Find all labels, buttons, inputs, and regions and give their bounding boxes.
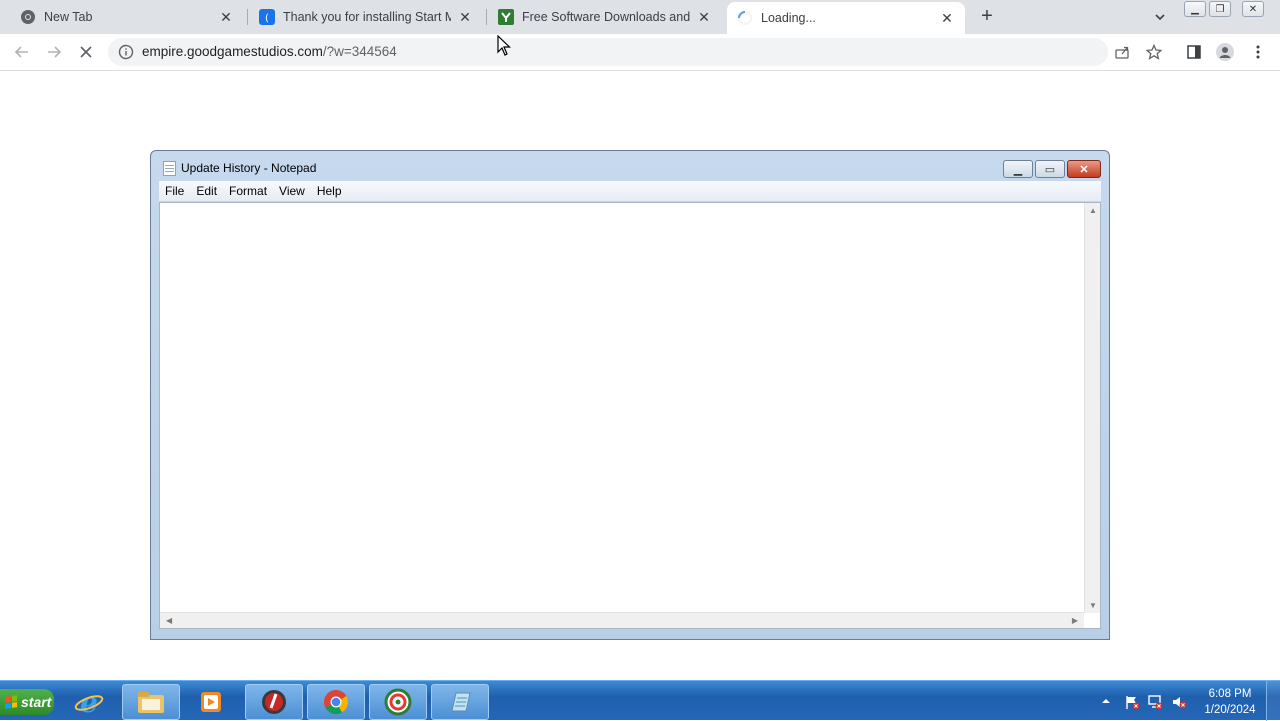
side-panel-icon[interactable] [1185,43,1203,61]
show-hidden-icons-icon[interactable] [1100,694,1116,708]
chrome-menu-icon[interactable] [1249,43,1267,61]
tab-close-icon[interactable]: ✕ [457,9,473,25]
scroll-right-arrow-icon[interactable]: ▶ [1072,616,1078,625]
window-minimize-button[interactable]: ▁ [1184,1,1206,17]
notepad-text-area[interactable]: ▲ ▼ ◀ ▶ [159,202,1101,629]
notepad-menubar: File Edit Format View Help [159,181,1101,201]
clock-date: 1/20/2024 [1204,704,1256,716]
notepad-close-button[interactable]: ✕ [1067,160,1101,178]
new-tab-button[interactable]: + [977,6,997,27]
forward-button[interactable] [44,42,64,62]
notepad-content [160,203,1100,211]
notepad-minimize-button[interactable]: ▁ [1003,160,1033,178]
tab-new-tab[interactable]: New Tab ✕ [12,0,242,34]
horizontal-scrollbar[interactable]: ◀ ▶ [160,612,1084,628]
tab-close-icon[interactable]: ✕ [218,9,234,25]
site-info-icon[interactable] [118,44,134,60]
url-path: /?w=344564 [322,44,397,59]
network-disconnected-icon[interactable] [1147,694,1163,710]
scroll-left-arrow-icon[interactable]: ◀ [166,616,172,625]
notepad-maximize-button[interactable]: ▭ [1035,160,1065,178]
softonic-icon [498,9,514,25]
menu-file[interactable]: File [159,184,190,198]
window-close-button[interactable]: ✕ [1242,1,1264,17]
notepad-icon [163,161,176,176]
menu-edit[interactable]: Edit [190,184,223,198]
svg-text:e: e [80,687,98,717]
show-desktop-button[interactable] [1266,681,1280,721]
tab-close-icon[interactable]: ✕ [696,9,712,25]
tab-title: Free Software Downloads and Re [522,10,690,24]
window-restore-button[interactable]: ❐ [1209,1,1231,17]
media-player-taskbar-icon[interactable] [182,684,240,720]
bookmark-star-icon[interactable] [1145,43,1163,61]
stop-loading-button[interactable] [76,42,96,62]
chrome-taskbar-icon[interactable] [307,684,365,720]
start-button[interactable]: start [0,689,54,715]
loading-spinner-icon [737,10,753,26]
file-explorer-taskbar-icon[interactable] [122,684,180,720]
volume-muted-icon[interactable] [1171,694,1187,709]
address-bar[interactable]: empire.goodgamestudios.com/?w=344564 [108,38,1108,66]
url-text[interactable]: empire.goodgamestudios.com/?w=344564 [142,44,397,59]
tab-loading[interactable]: Loading... ✕ [727,2,965,34]
target-app-taskbar-icon[interactable] [369,684,427,720]
action-center-flag-icon[interactable] [1124,694,1140,710]
profile-avatar-icon[interactable] [1216,43,1234,61]
startme-icon: ( [259,9,275,25]
notepad-taskbar-icon[interactable] [431,684,489,720]
windows-flag-icon [5,695,17,709]
browser-toolbar: empire.goodgamestudios.com/?w=344564 [0,34,1280,71]
tab-close-icon[interactable]: ✕ [939,10,955,26]
menu-format[interactable]: Format [223,184,273,198]
tab-startme[interactable]: ( Thank you for installing Start Me ✕ [251,0,481,34]
tab-title: New Tab [44,10,93,24]
scroll-down-arrow-icon[interactable]: ▼ [1089,601,1097,610]
tab-strip: New Tab ✕ ( Thank you for installing Sta… [0,0,1280,34]
menu-view[interactable]: View [273,184,311,198]
menu-help[interactable]: Help [311,184,348,198]
tab-title: Thank you for installing Start Me [283,10,451,24]
chrome-icon [20,9,36,25]
mouse-cursor-icon [497,34,511,57]
system-clock[interactable]: 6:08 PM 1/20/2024 [1200,686,1260,718]
tab-separator [247,9,248,25]
tab-search-icon[interactable] [1152,9,1168,25]
svg-text:(: ( [265,13,269,24]
tab-softonic[interactable]: Free Software Downloads and Re ✕ [490,0,720,34]
back-button[interactable] [12,42,32,62]
share-icon[interactable] [1113,43,1131,61]
notepad-window[interactable]: Update History - Notepad ▁ ▭ ✕ File Edit… [150,150,1110,640]
notepad-title: Update History - Notepad [181,161,317,175]
taskbar: start e 6:08 PM 1/20/2024 [0,680,1280,721]
clock-time: 6:08 PM [1208,688,1252,700]
security-app-taskbar-icon[interactable] [245,684,303,720]
vertical-scrollbar[interactable]: ▲ ▼ [1084,203,1100,613]
internet-explorer-taskbar-icon[interactable]: e [60,684,118,720]
tab-separator [486,9,487,25]
start-label: start [21,694,52,710]
scroll-up-arrow-icon[interactable]: ▲ [1089,206,1097,215]
url-host: empire.goodgamestudios.com [142,44,323,59]
tab-title: Loading... [761,11,816,25]
